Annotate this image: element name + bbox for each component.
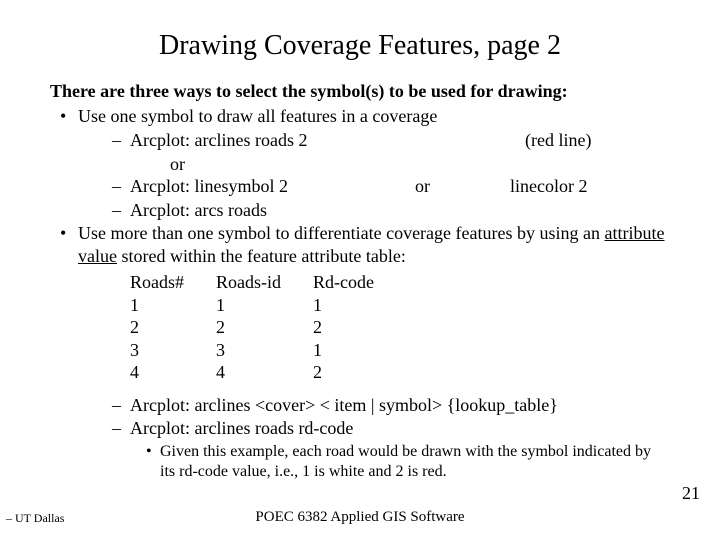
footer-center: POEC 6382 Applied GIS Software <box>0 509 720 526</box>
cmd-text: Arcplot: arclines roads 2 <box>130 129 415 152</box>
slide-body: There are three ways to select the symbo… <box>50 80 670 482</box>
cmd-text: Arcplot: linesymbol 2 <box>130 175 415 198</box>
sub-arclines-roads: Arcplot: arclines roads 2 (red line) <box>50 129 670 152</box>
alt-cmd: linecolor 2 <box>510 175 587 198</box>
cell: 1 <box>313 339 406 362</box>
sub-arcs-roads: Arcplot: arcs roads <box>50 199 670 222</box>
cell: 3 <box>130 339 216 362</box>
col-header: Rd-code <box>313 271 406 294</box>
intro-text: There are three ways to select the symbo… <box>50 80 670 103</box>
cell: 2 <box>130 316 216 339</box>
roads-table: Roads# Roads-id Rd-code 1 1 1 2 2 2 3 3 <box>50 271 670 384</box>
bullet-one-symbol: Use one symbol to draw all features in a… <box>50 105 670 128</box>
cell: 3 <box>216 339 313 362</box>
text-part: Use more than one symbol to differentiat… <box>78 223 605 243</box>
cell: 1 <box>216 294 313 317</box>
or-divider: or <box>50 153 670 176</box>
or-text: or <box>415 175 510 198</box>
slide: Drawing Coverage Features, page 2 There … <box>0 0 720 540</box>
table-row: 2 2 2 <box>130 316 406 339</box>
cell: 2 <box>313 361 406 384</box>
text-part: stored within the feature attribute tabl… <box>117 246 406 266</box>
bullet-multi-symbol: Use more than one symbol to differentiat… <box>50 222 670 267</box>
cell: 4 <box>216 361 313 384</box>
sub-arclines-syntax: Arcplot: arclines <cover> < item | symbo… <box>50 394 670 417</box>
sub-linesymbol: Arcplot: linesymbol 2 or linecolor 2 <box>50 175 670 198</box>
col-header: Roads# <box>130 271 216 294</box>
cell: 1 <box>313 294 406 317</box>
red-line-note: (red line) <box>415 129 591 152</box>
cell: 2 <box>313 316 406 339</box>
slide-title: Drawing Coverage Features, page 2 <box>50 30 670 62</box>
cell: 2 <box>216 316 313 339</box>
table-row: 3 3 1 <box>130 339 406 362</box>
table-row: 4 4 2 <box>130 361 406 384</box>
note-example: Given this example, each road would be d… <box>50 442 670 482</box>
table-header-row: Roads# Roads-id Rd-code <box>130 271 406 294</box>
cell: 4 <box>130 361 216 384</box>
col-header: Roads-id <box>216 271 313 294</box>
cell: 1 <box>130 294 216 317</box>
sub-arclines-example: Arcplot: arclines roads rd-code <box>50 417 670 440</box>
table-row: 1 1 1 <box>130 294 406 317</box>
page-number: 21 <box>682 483 700 504</box>
